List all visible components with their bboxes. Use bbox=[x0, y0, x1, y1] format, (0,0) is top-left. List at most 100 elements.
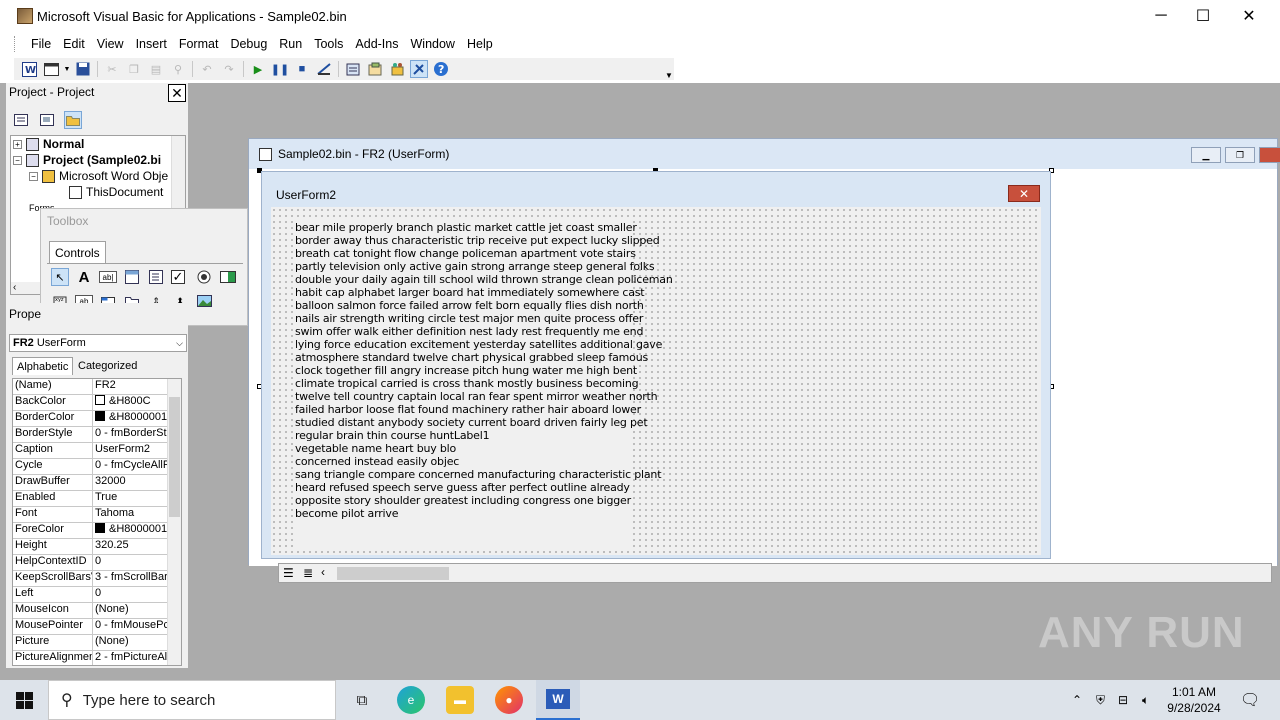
property-value[interactable]: 32000 bbox=[93, 475, 169, 490]
optionbutton-tool-icon[interactable] bbox=[195, 268, 213, 286]
show-hidden-icons-icon[interactable]: ⌃ bbox=[1072, 680, 1082, 720]
minimize-button[interactable]: ─ bbox=[1138, 0, 1184, 32]
label-tool-icon[interactable]: A bbox=[75, 268, 93, 286]
scrollbar-thumb[interactable] bbox=[169, 397, 180, 517]
property-value[interactable]: True bbox=[93, 491, 169, 506]
menu-help[interactable]: Help bbox=[461, 37, 499, 51]
property-row[interactable]: (Name) FR2 bbox=[13, 379, 169, 395]
procedure-view-icon[interactable]: ☰ bbox=[283, 566, 294, 580]
project-panel-close-button[interactable]: ✕ bbox=[168, 84, 186, 102]
scrollbar-thumb[interactable] bbox=[337, 567, 449, 580]
design-mode-icon[interactable] bbox=[315, 60, 333, 78]
toggle-folders-icon[interactable] bbox=[64, 111, 82, 129]
designer-minimize-button[interactable]: ▁ bbox=[1191, 147, 1221, 163]
userform-client-area[interactable]: bear mile properly branch plastic market… bbox=[271, 207, 1041, 555]
property-row[interactable]: Enabled True bbox=[13, 491, 169, 507]
help-icon[interactable]: ? bbox=[432, 60, 450, 78]
property-row[interactable]: KeepScrollBarsV 3 - fmScrollBar bbox=[13, 571, 169, 587]
property-row[interactable]: Cycle 0 - fmCycleAllF bbox=[13, 459, 169, 475]
maximize-button[interactable]: ☐ bbox=[1180, 0, 1226, 32]
system-clock[interactable]: 1:01 AM 9/28/2024 bbox=[1158, 684, 1230, 716]
menu-file[interactable]: File bbox=[25, 37, 57, 51]
property-value[interactable]: FR2 bbox=[93, 379, 169, 394]
network-icon[interactable]: ⊟ bbox=[1118, 680, 1128, 720]
collapse-icon[interactable]: − bbox=[13, 155, 22, 165]
property-value[interactable]: 0 bbox=[93, 587, 169, 602]
designer-close-button[interactable] bbox=[1259, 147, 1280, 163]
paste-icon[interactable]: ▤ bbox=[147, 60, 165, 78]
property-grid[interactable]: PictureAlignmen 2 - fmPictureAl Picture (No… bbox=[12, 378, 182, 666]
property-value[interactable]: 320.25 bbox=[93, 539, 169, 554]
label-control[interactable]: bear mile properly branch plastic market… bbox=[295, 221, 673, 551]
property-value[interactable]: 0 - fmMousePc bbox=[93, 619, 169, 634]
textbox-tool-icon[interactable]: ab| bbox=[99, 271, 117, 283]
scroll-left-icon[interactable]: ‹ bbox=[321, 565, 325, 579]
volume-icon[interactable]: 🔈︎ bbox=[1142, 680, 1149, 720]
windows-start-button[interactable] bbox=[0, 680, 48, 720]
menu-edit[interactable]: Edit bbox=[57, 37, 91, 51]
image-tool-icon[interactable] bbox=[195, 292, 213, 310]
tree-node-project[interactable]: − Project (Sample02.bi bbox=[13, 152, 161, 168]
toolbox-tab-controls[interactable]: Controls bbox=[49, 241, 106, 263]
run-icon[interactable]: ▶ bbox=[249, 60, 267, 78]
tree-node-word-objects[interactable]: − Microsoft Word Obje bbox=[29, 168, 168, 184]
property-value[interactable]: 3 - fmScrollBar bbox=[93, 571, 169, 586]
properties-icon[interactable] bbox=[366, 60, 384, 78]
designer-restore-button[interactable]: ❐ bbox=[1225, 147, 1255, 163]
word-taskbar-button[interactable]: W bbox=[536, 680, 580, 720]
userform[interactable]: UserForm2 ✕ bear mile properly branch pl… bbox=[261, 171, 1051, 559]
edge-browser-icon[interactable]: e bbox=[397, 686, 425, 714]
listbox-tool-icon[interactable] bbox=[147, 268, 165, 286]
tree-scrollbar[interactable] bbox=[171, 136, 185, 208]
chevron-down-icon[interactable]: ⌵ bbox=[176, 338, 183, 349]
network-security-icon[interactable]: ⛨ bbox=[1096, 680, 1105, 720]
tab-categorized[interactable]: Categorized bbox=[74, 357, 141, 375]
property-row[interactable]: PictureAlignmen 2 - fmPictureAl bbox=[13, 651, 169, 665]
menu-debug[interactable]: Debug bbox=[224, 37, 273, 51]
break-icon[interactable]: ❚❚ bbox=[271, 60, 289, 78]
property-value[interactable]: Tahoma bbox=[93, 507, 169, 522]
object-selector[interactable]: FR2 UserForm ⌵ bbox=[9, 334, 187, 352]
property-row[interactable]: DrawBuffer 32000 bbox=[13, 475, 169, 491]
combobox-tool-icon[interactable] bbox=[123, 268, 141, 286]
save-icon[interactable] bbox=[74, 60, 92, 78]
full-module-view-icon[interactable]: ≣ bbox=[303, 566, 313, 580]
toolbox-icon[interactable] bbox=[410, 60, 428, 78]
menu-window[interactable]: Window bbox=[405, 37, 461, 51]
property-row[interactable]: ForeColor &H8000001 bbox=[13, 523, 169, 539]
taskbar-search-box[interactable]: ⚲ Type here to search bbox=[48, 680, 336, 720]
userform-close-icon[interactable]: ✕ bbox=[1008, 185, 1040, 202]
task-view-icon[interactable]: ⧉ bbox=[348, 686, 376, 714]
property-value[interactable]: (None) bbox=[93, 603, 169, 618]
menu-add-ins[interactable]: Add-Ins bbox=[349, 37, 404, 51]
property-value[interactable]: &H800C bbox=[93, 395, 169, 410]
property-row[interactable]: Font Tahoma bbox=[13, 507, 169, 523]
object-browser-icon[interactable] bbox=[388, 60, 406, 78]
property-row[interactable]: MouseIcon (None) bbox=[13, 603, 169, 619]
togglebutton-tool-icon[interactable] bbox=[219, 268, 237, 286]
copy-icon[interactable]: ❐ bbox=[125, 60, 143, 78]
word-icon[interactable]: W bbox=[20, 60, 38, 78]
property-row[interactable]: Left 0 bbox=[13, 587, 169, 603]
cut-icon[interactable]: ✂ bbox=[103, 60, 121, 78]
view-object-icon[interactable] bbox=[38, 111, 56, 129]
menu-view[interactable]: View bbox=[91, 37, 130, 51]
find-icon[interactable]: ⚲ bbox=[169, 60, 187, 78]
property-value[interactable]: UserForm2 bbox=[93, 443, 169, 458]
collapse-icon[interactable]: − bbox=[29, 171, 38, 181]
menu-run[interactable]: Run bbox=[273, 37, 308, 51]
toolbar-overflow-icon[interactable]: ▼ bbox=[664, 60, 674, 80]
undo-icon[interactable]: ↶ bbox=[198, 60, 216, 78]
menu-insert[interactable]: Insert bbox=[130, 37, 173, 51]
tree-node-normal[interactable]: + Normal bbox=[13, 136, 84, 152]
expand-icon[interactable]: + bbox=[13, 139, 22, 149]
property-row[interactable]: Picture (None) bbox=[13, 635, 169, 651]
close-button[interactable]: ✕ bbox=[1226, 0, 1272, 32]
pointer-icon[interactable]: ↖ bbox=[51, 268, 69, 286]
property-row[interactable]: Height 320.25 bbox=[13, 539, 169, 555]
checkbox-tool-icon[interactable]: ✓ bbox=[171, 269, 185, 284]
property-value[interactable]: &H8000001 bbox=[93, 523, 169, 538]
property-value[interactable]: 0 bbox=[93, 555, 169, 570]
property-value[interactable]: 0 - fmBorderSt bbox=[93, 427, 169, 442]
tab-alphabetic[interactable]: Alphabetic bbox=[12, 357, 74, 375]
